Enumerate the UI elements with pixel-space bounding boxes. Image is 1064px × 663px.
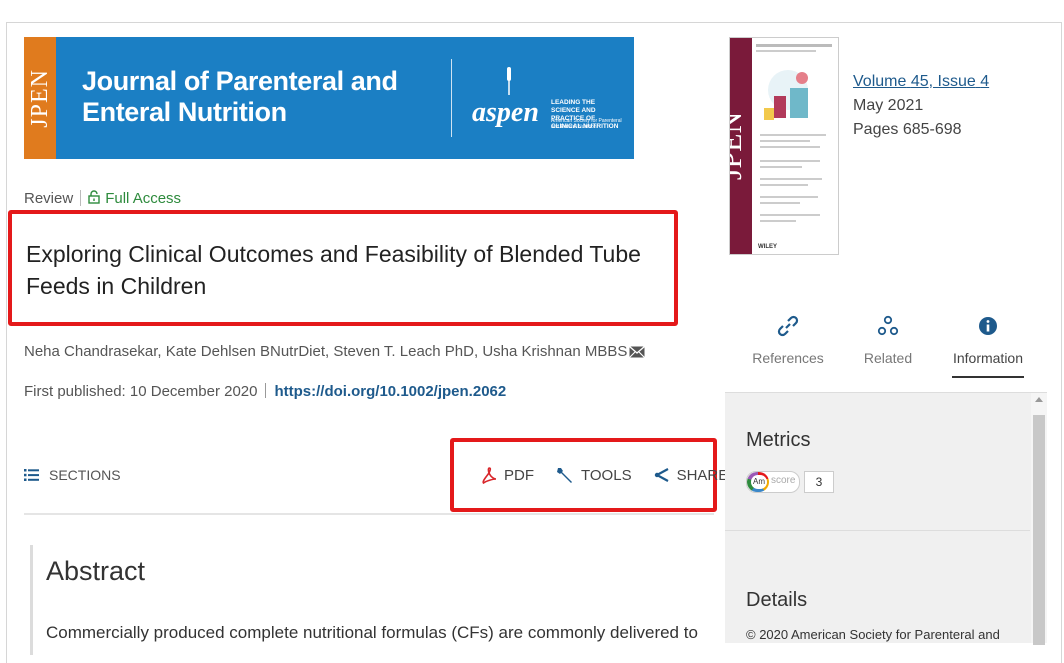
panel-divider xyxy=(725,530,1030,531)
information-panel: Metrics Am score 3 Details © 2020 Americ… xyxy=(725,392,1047,645)
journal-title: Journal of Parenteral and Enteral Nutrit… xyxy=(82,66,398,127)
article-tools: PDF TOOLS SHARE xyxy=(482,466,750,484)
wrench-icon xyxy=(557,468,572,483)
list-icon xyxy=(24,469,39,481)
tab-references[interactable]: References xyxy=(738,310,838,382)
mail-icon[interactable] xyxy=(629,346,646,358)
link-icon xyxy=(777,315,799,337)
tab-information[interactable]: Information xyxy=(938,310,1038,382)
share-icon xyxy=(654,468,669,482)
abstract-accent-bar xyxy=(30,545,33,655)
pdf-button[interactable]: PDF xyxy=(482,467,534,484)
related-icon xyxy=(877,315,899,336)
unlock-icon xyxy=(88,190,100,204)
jpen-logo: JPEN xyxy=(24,37,56,159)
article-meta-line: Review Full Access xyxy=(24,190,181,207)
author-list[interactable]: Neha Chandrasekar, Kate Dehlsen BNutrDie… xyxy=(24,343,646,360)
issue-info: Volume 45, Issue 4 May 2021 Pages 685-69… xyxy=(853,70,989,142)
journal-cover[interactable]: JPEN WILEY xyxy=(729,37,839,255)
altmetric-score: 3 xyxy=(804,471,834,493)
journal-banner[interactable]: JPEN Journal of Parenteral and Enteral N… xyxy=(24,37,634,159)
pdf-icon xyxy=(482,466,497,484)
abstract-heading: Abstract xyxy=(46,556,146,586)
tab-related[interactable]: Related xyxy=(838,310,938,382)
sections-button[interactable]: SECTIONS xyxy=(24,467,121,483)
abstract-text: Commercially produced complete nutrition… xyxy=(46,623,698,642)
details-heading: Details xyxy=(746,589,808,611)
publication-info: First published: 10 December 2020 https:/… xyxy=(24,383,507,400)
svg-text:JPEN: JPEN xyxy=(730,112,748,180)
svg-text:WILEY: WILEY xyxy=(758,244,777,250)
altmetric-badge[interactable]: Am score 3 xyxy=(746,471,834,493)
tools-button[interactable]: TOOLS xyxy=(556,466,632,484)
aspen-logo: aspen LEADING THE SCIENCE AND PRACTICE OF… xyxy=(472,59,622,139)
issue-date: May 2021 xyxy=(853,97,924,114)
publish-date: 10 December 2020 xyxy=(129,383,258,400)
issue-pages: Pages 685-698 xyxy=(853,121,962,138)
banner-divider xyxy=(451,59,452,137)
side-tabs: References Related Information xyxy=(735,310,1041,382)
article-title: Exploring Clinical Outcomes and Feasibil… xyxy=(26,241,641,299)
share-button[interactable]: SHARE xyxy=(654,467,728,484)
scroll-up-arrow-icon[interactable] xyxy=(1035,397,1043,402)
aspen-mark-icon xyxy=(507,67,511,95)
info-icon xyxy=(979,317,997,335)
scrollbar-thumb[interactable] xyxy=(1033,415,1045,645)
access-badge: Full Access xyxy=(105,190,182,207)
doi-link[interactable]: https://doi.org/10.1002/jpen.2062 xyxy=(274,383,506,400)
copyright-text: © 2020 American Society for Parenteral a… xyxy=(746,627,1000,642)
cover-art: JPEN WILEY xyxy=(730,38,838,254)
volume-issue-link[interactable]: Volume 45, Issue 4 xyxy=(853,73,989,90)
toolbar-divider xyxy=(24,513,714,515)
article-type: Review xyxy=(24,190,74,207)
metrics-heading: Metrics xyxy=(746,429,811,451)
